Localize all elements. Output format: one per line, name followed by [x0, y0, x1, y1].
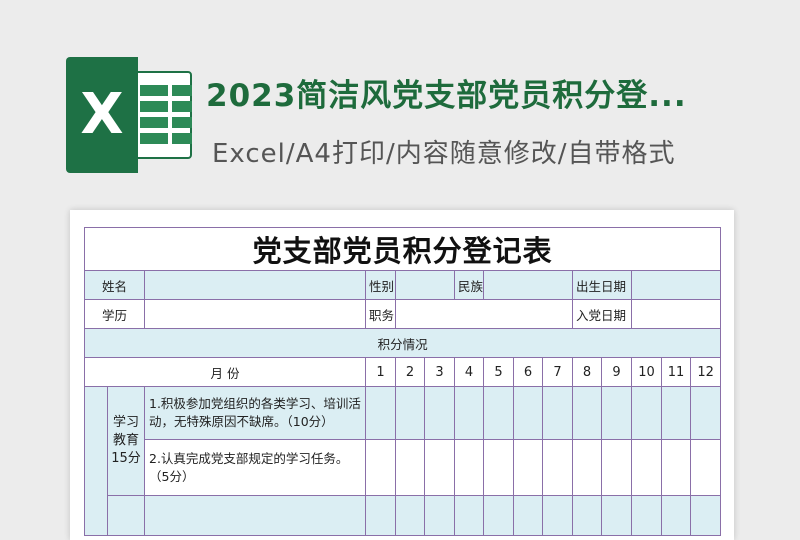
logo-front: X: [66, 57, 138, 173]
month-header: 1: [365, 357, 396, 387]
month-header: 6: [513, 357, 543, 387]
score-cell[interactable]: [395, 495, 425, 536]
score-cell[interactable]: [424, 386, 455, 440]
score-cell[interactable]: [365, 386, 396, 440]
score-cell[interactable]: [395, 439, 425, 496]
score-cell[interactable]: [661, 495, 691, 536]
score-cell[interactable]: [572, 439, 602, 496]
score-cell[interactable]: [631, 439, 662, 496]
position-field[interactable]: [395, 299, 573, 329]
month-header: 9: [601, 357, 632, 387]
score-cell[interactable]: [661, 386, 691, 440]
score-cell[interactable]: [454, 386, 484, 440]
month-header: 3: [424, 357, 455, 387]
score-cell[interactable]: [542, 495, 573, 536]
score-cell[interactable]: [365, 495, 396, 536]
month-header: 12: [689, 357, 722, 387]
ethnicity-field[interactable]: [483, 270, 573, 300]
score-cell[interactable]: [689, 439, 722, 496]
month-header: 7: [542, 357, 573, 387]
score-cell[interactable]: [483, 386, 514, 440]
score-cell[interactable]: [513, 439, 543, 496]
position-label: 职务: [365, 299, 396, 329]
score-cell[interactable]: [689, 386, 722, 440]
month-header: 8: [572, 357, 602, 387]
score-cell[interactable]: [483, 495, 514, 536]
month-header: 2: [395, 357, 425, 387]
category-label: 学习教育15分: [107, 386, 145, 496]
month-header: 4: [454, 357, 484, 387]
month-header: 5: [483, 357, 514, 387]
sheet-title: 党支部党员积分登记表: [83, 227, 722, 271]
score-cell[interactable]: [542, 386, 573, 440]
ethnicity-label: 民族: [454, 270, 484, 300]
score-cell[interactable]: [454, 439, 484, 496]
score-cell[interactable]: [424, 495, 455, 536]
gender-field[interactable]: [395, 270, 455, 300]
score-cell[interactable]: [513, 386, 543, 440]
category-cell: [107, 495, 145, 536]
page-title: 2023简洁风党支部党员积分登...: [206, 78, 687, 114]
name-field[interactable]: [144, 270, 366, 300]
gender-label: 性别: [365, 270, 396, 300]
join-date-field[interactable]: [630, 299, 722, 329]
score-cell[interactable]: [601, 386, 632, 440]
score-cell[interactable]: [601, 495, 632, 536]
task-text: 1.积极参加党组织的各类学习、培训活动，无特殊原因不缺席。（10分）: [144, 386, 366, 440]
score-cell[interactable]: [542, 439, 573, 496]
page-subtitle: Excel/A4打印/内容随意修改/自带格式: [212, 139, 676, 169]
education-field[interactable]: [144, 299, 366, 329]
score-cell[interactable]: [572, 386, 602, 440]
score-cell[interactable]: [365, 439, 396, 496]
score-cell[interactable]: [424, 439, 455, 496]
score-cell[interactable]: [513, 495, 543, 536]
document-paper: 党支部党员积分登记表 姓名 性别 民族 出生日期 学历 职务 入党日期 积分情况…: [70, 210, 734, 540]
month-label: 月 份: [84, 357, 366, 387]
month-header: 10: [631, 357, 662, 387]
task-text: 2.认真完成党支部规定的学习任务。（5分）: [144, 439, 366, 496]
join-date-label: 入党日期: [572, 299, 632, 329]
month-header: 11: [661, 357, 691, 387]
score-cell[interactable]: [601, 439, 632, 496]
score-cell[interactable]: [483, 439, 514, 496]
section-header: 积分情况: [83, 328, 722, 358]
score-cell[interactable]: [454, 495, 484, 536]
score-cell[interactable]: [631, 495, 662, 536]
score-cell[interactable]: [395, 386, 425, 440]
registration-form: 党支部党员积分登记表 姓名 性别 民族 出生日期 学历 职务 入党日期 积分情况…: [83, 227, 722, 536]
birth-date-label: 出生日期: [572, 270, 632, 300]
score-cell[interactable]: [689, 495, 722, 536]
task-text: [144, 495, 366, 536]
category-spacer: [84, 386, 108, 536]
education-label: 学历: [84, 299, 145, 329]
logo-letter: X: [80, 82, 124, 147]
birth-date-field[interactable]: [630, 270, 722, 300]
score-cell[interactable]: [661, 439, 691, 496]
excel-logo-icon: X: [66, 57, 194, 173]
score-cell[interactable]: [631, 386, 662, 440]
score-cell[interactable]: [572, 495, 602, 536]
name-label: 姓名: [84, 270, 145, 300]
